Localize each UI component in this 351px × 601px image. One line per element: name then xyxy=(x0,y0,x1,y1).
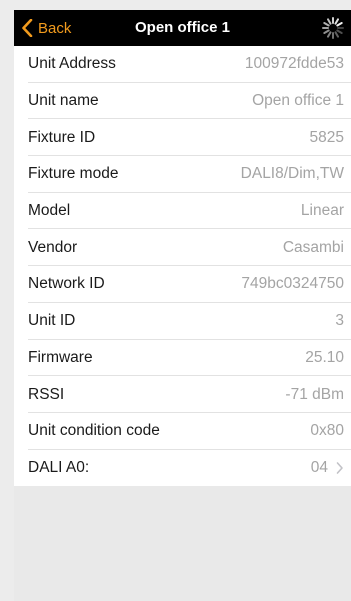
row-label: Fixture mode xyxy=(28,165,119,183)
chevron-left-icon xyxy=(18,10,36,46)
spinner-ray xyxy=(323,29,330,34)
chevron-right-icon xyxy=(336,461,344,475)
row-value: 25.10 xyxy=(305,348,344,366)
spinner-ray xyxy=(323,22,330,27)
row-unit-id: Unit ID 3 xyxy=(14,303,351,340)
row-value: Open office 1 xyxy=(252,92,344,110)
row-value: 749bc0324750 xyxy=(241,275,344,293)
back-button-label: Back xyxy=(38,19,72,37)
row-value-text: 04 xyxy=(310,458,328,476)
row-value: DALI8/Dim,TW xyxy=(240,165,344,183)
row-value: -71 dBm xyxy=(285,385,344,403)
spinner-ray xyxy=(336,29,343,34)
row-label: Unit condition code xyxy=(28,422,160,440)
row-value: 100972fdde53 xyxy=(244,55,344,73)
row-label: Vendor xyxy=(28,238,78,256)
row-label: RSSI xyxy=(28,385,65,403)
spinner-ray xyxy=(327,31,332,38)
row-unit-name: Unit name Open office 1 xyxy=(14,83,351,120)
row-value: 0x80 xyxy=(310,422,344,440)
spinner-ray xyxy=(334,18,339,25)
row-label: Firmware xyxy=(28,348,93,366)
spinner-ray xyxy=(334,31,339,38)
row-label: Unit ID xyxy=(28,312,76,330)
row-value: 5825 xyxy=(309,128,344,146)
row-vendor: Vendor Casambi xyxy=(14,229,351,266)
row-unit-condition-code: Unit condition code 0x80 xyxy=(14,413,351,450)
row-fixture-id: Fixture ID 5825 xyxy=(14,119,351,156)
spinner-ray xyxy=(327,18,332,25)
row-value: Linear xyxy=(300,202,344,220)
row-label: Unit name xyxy=(28,92,99,110)
row-firmware: Firmware 25.10 xyxy=(14,340,351,377)
navigation-bar: Back Open office 1 xyxy=(14,10,351,46)
row-network-id: Network ID 749bc0324750 xyxy=(14,266,351,303)
row-value: 3 xyxy=(335,312,344,330)
row-dali-a0[interactable]: DALI A0: 04 xyxy=(14,450,351,487)
back-button[interactable]: Back xyxy=(18,10,71,46)
spinner-ray xyxy=(336,22,343,27)
row-label: Network ID xyxy=(28,275,105,293)
row-label: Unit Address xyxy=(28,55,116,73)
row-label: Fixture ID xyxy=(28,128,96,146)
row-label: DALI A0: xyxy=(28,458,90,476)
row-label: Model xyxy=(28,202,71,220)
row-value: Casambi xyxy=(282,238,344,256)
row-fixture-mode: Fixture mode DALI8/Dim,TW xyxy=(14,156,351,193)
device-info-list: Unit Address 100972fdde53 Unit name Open… xyxy=(14,46,351,487)
row-value: 04 xyxy=(311,459,344,477)
row-unit-address: Unit Address 100972fdde53 xyxy=(14,46,351,83)
row-model: Model Linear xyxy=(14,193,351,230)
row-rssi: RSSI -71 dBm xyxy=(14,376,351,413)
activity-spinner-icon xyxy=(321,16,345,40)
device-info-screen: Back Open office 1 Unit Address 100972fd… xyxy=(14,10,351,601)
